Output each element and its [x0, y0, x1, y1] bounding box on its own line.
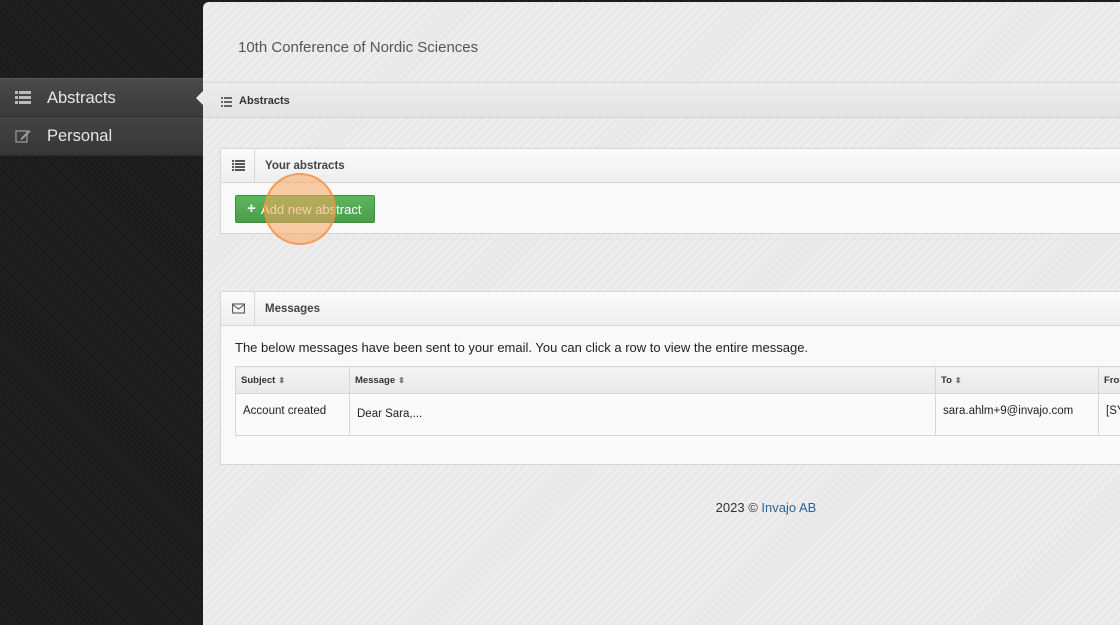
- cell-message: Dear Sara,...: [349, 393, 936, 436]
- column-label: To: [941, 374, 952, 386]
- plus-icon: +: [247, 200, 256, 217]
- button-label: Add new abstract: [261, 202, 362, 217]
- sidebar-item-label: Abstracts: [47, 89, 116, 107]
- footer-company-link[interactable]: Invajo AB: [761, 500, 816, 515]
- sidebar-item-label: Personal: [47, 127, 113, 145]
- column-header-subject[interactable]: Subject ⬍: [235, 366, 350, 394]
- page-title: 10th Conference of Nordic Sciences: [238, 39, 479, 56]
- abstracts-panel: Your abstracts + Add new abstract: [220, 148, 1120, 234]
- sort-icon: ⬍: [398, 375, 405, 385]
- column-label: Subject: [241, 374, 276, 386]
- sidebar-item-personal[interactable]: Personal: [0, 117, 203, 156]
- add-new-abstract-button[interactable]: + Add new abstract: [235, 195, 375, 223]
- sort-icon: ⬍: [954, 375, 962, 385]
- cell-subject: Account created: [235, 393, 350, 436]
- list-icon: [15, 91, 31, 104]
- panel-title: Messages: [265, 303, 320, 315]
- cell-to: sara.ahlm+9@invajo.com: [935, 393, 1099, 436]
- column-header-from[interactable]: Fron: [1098, 366, 1120, 394]
- messages-intro: The below messages have been sent to you…: [235, 340, 809, 355]
- column-header-to[interactable]: To ⬍: [935, 366, 1099, 394]
- sort-icon: ⬍: [278, 375, 286, 385]
- messages-panel: Messages The below messages have been se…: [220, 291, 1120, 465]
- breadcrumb: Abstracts: [203, 82, 1120, 118]
- main-content: 10th Conference of Nordic Sciences Abstr…: [203, 2, 1120, 625]
- column-header-message[interactable]: Message ⬍: [349, 366, 936, 394]
- column-label: Message: [355, 374, 396, 386]
- breadcrumb-label[interactable]: Abstracts: [239, 95, 290, 107]
- panel-title: Your abstracts: [265, 160, 345, 172]
- sidebar-item-abstracts[interactable]: Abstracts: [0, 78, 203, 117]
- table-header-row: Subject⬍ Message⬍ To⬍ Fron: [235, 366, 1120, 394]
- envelope-icon: [232, 303, 245, 314]
- edit-icon: [15, 130, 31, 143]
- panel-icon-cell: [221, 292, 255, 325]
- panel-icon-cell: [221, 149, 255, 182]
- column-label: Fron: [1104, 374, 1120, 386]
- footer-copyright: 2023 ©: [715, 500, 758, 515]
- table-row[interactable]: Account created Dear Sara,... sara.ahlm+…: [235, 393, 1120, 436]
- list-icon: [221, 97, 232, 107]
- panel-header: Your abstracts: [221, 149, 1120, 183]
- footer: 2023 © Invajo AB: [203, 500, 1120, 515]
- list-icon: [232, 160, 245, 171]
- cell-from: [SY: [1098, 393, 1120, 436]
- sidebar: Abstracts Personal: [0, 0, 204, 625]
- panel-header: Messages: [221, 292, 1120, 326]
- messages-table: Subject⬍ Message⬍ To⬍ Fron Account creat…: [235, 366, 1120, 436]
